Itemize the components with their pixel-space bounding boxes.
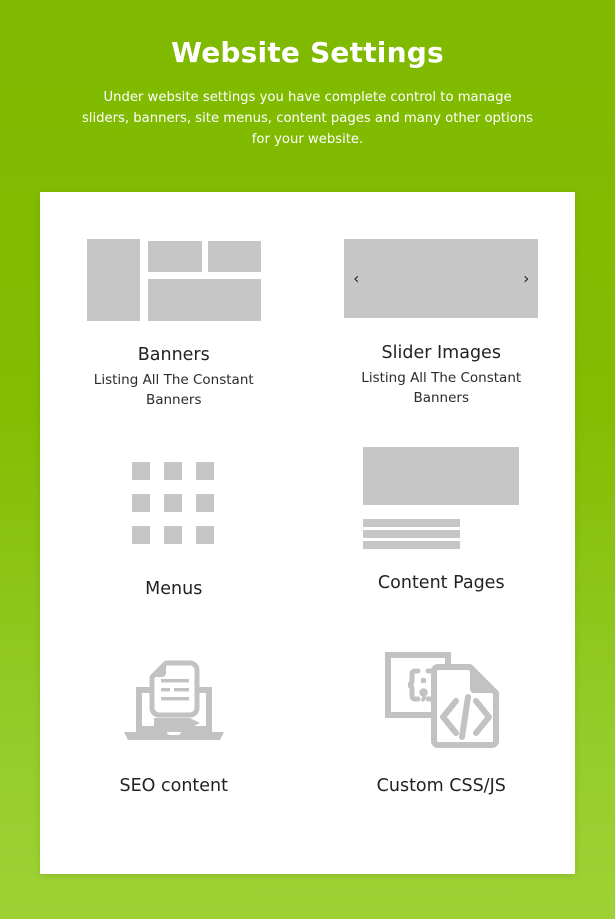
chevron-right-icon[interactable]: › [523, 271, 529, 286]
tile-title-content-pages: Content Pages [377, 573, 505, 593]
grid-square [196, 494, 215, 512]
tile-subtitle-slider-images: Listing All The Constant Banners [361, 370, 522, 406]
tile-title-custom-css-js: Custom CSS/JS [376, 776, 506, 796]
banner-block-left [86, 239, 140, 321]
tile-title-banners: Banners [137, 345, 210, 365]
grid-square [164, 526, 183, 544]
banner-block-bottom [147, 279, 261, 321]
grid-square [132, 526, 151, 544]
tile-title-seo-content: SEO content [119, 776, 228, 796]
website-settings-page: Website Settings Under website settings … [0, 0, 615, 919]
settings-tile-grid: Banners Listing All The Constant Banners… [40, 192, 575, 874]
content-text-line [363, 530, 461, 538]
laptop-document-pencil-icon [114, 649, 234, 749]
grid-nine-squares-icon [132, 462, 215, 545]
tile-banners[interactable]: Banners Listing All The Constant Banners [40, 192, 308, 427]
chevron-left-icon[interactable]: ‹ [353, 271, 359, 286]
grid-square [132, 462, 151, 480]
tile-title-slider-images: Slider Images [381, 343, 501, 363]
grid-square [196, 526, 215, 544]
page-content-icon [363, 447, 520, 549]
tile-subtitle-banners: Listing All The Constant Banners [93, 372, 254, 408]
grid-square [196, 462, 215, 480]
banners-layout-icon [86, 239, 261, 321]
tile-title-menus: Menus [145, 579, 203, 599]
grid-square [164, 494, 183, 512]
settings-card: Banners Listing All The Constant Banners… [40, 192, 575, 874]
code-braces-file-icon [376, 649, 506, 754]
slider-carousel-icon: ‹ › [344, 239, 539, 318]
banner-block-top-right [207, 241, 261, 272]
tile-seo-content[interactable]: SEO content [40, 627, 308, 874]
page-title: Website Settings [171, 36, 444, 69]
page-header: Website Settings Under website settings … [0, 0, 615, 151]
banner-block-top-middle [147, 241, 202, 272]
tile-content-pages[interactable]: Content Pages [308, 427, 576, 627]
content-text-line [363, 519, 461, 527]
page-subtitle: Under website settings you have complete… [81, 89, 534, 148]
grid-square [164, 462, 183, 480]
tile-custom-css-js[interactable]: Custom CSS/JS [308, 627, 576, 874]
grid-square [132, 494, 151, 512]
tile-slider-images[interactable]: ‹ › Slider Images Listing All The Consta… [308, 192, 576, 427]
tile-menus[interactable]: Menus [40, 427, 308, 627]
content-text-line [363, 541, 461, 549]
content-hero-block [363, 447, 520, 505]
